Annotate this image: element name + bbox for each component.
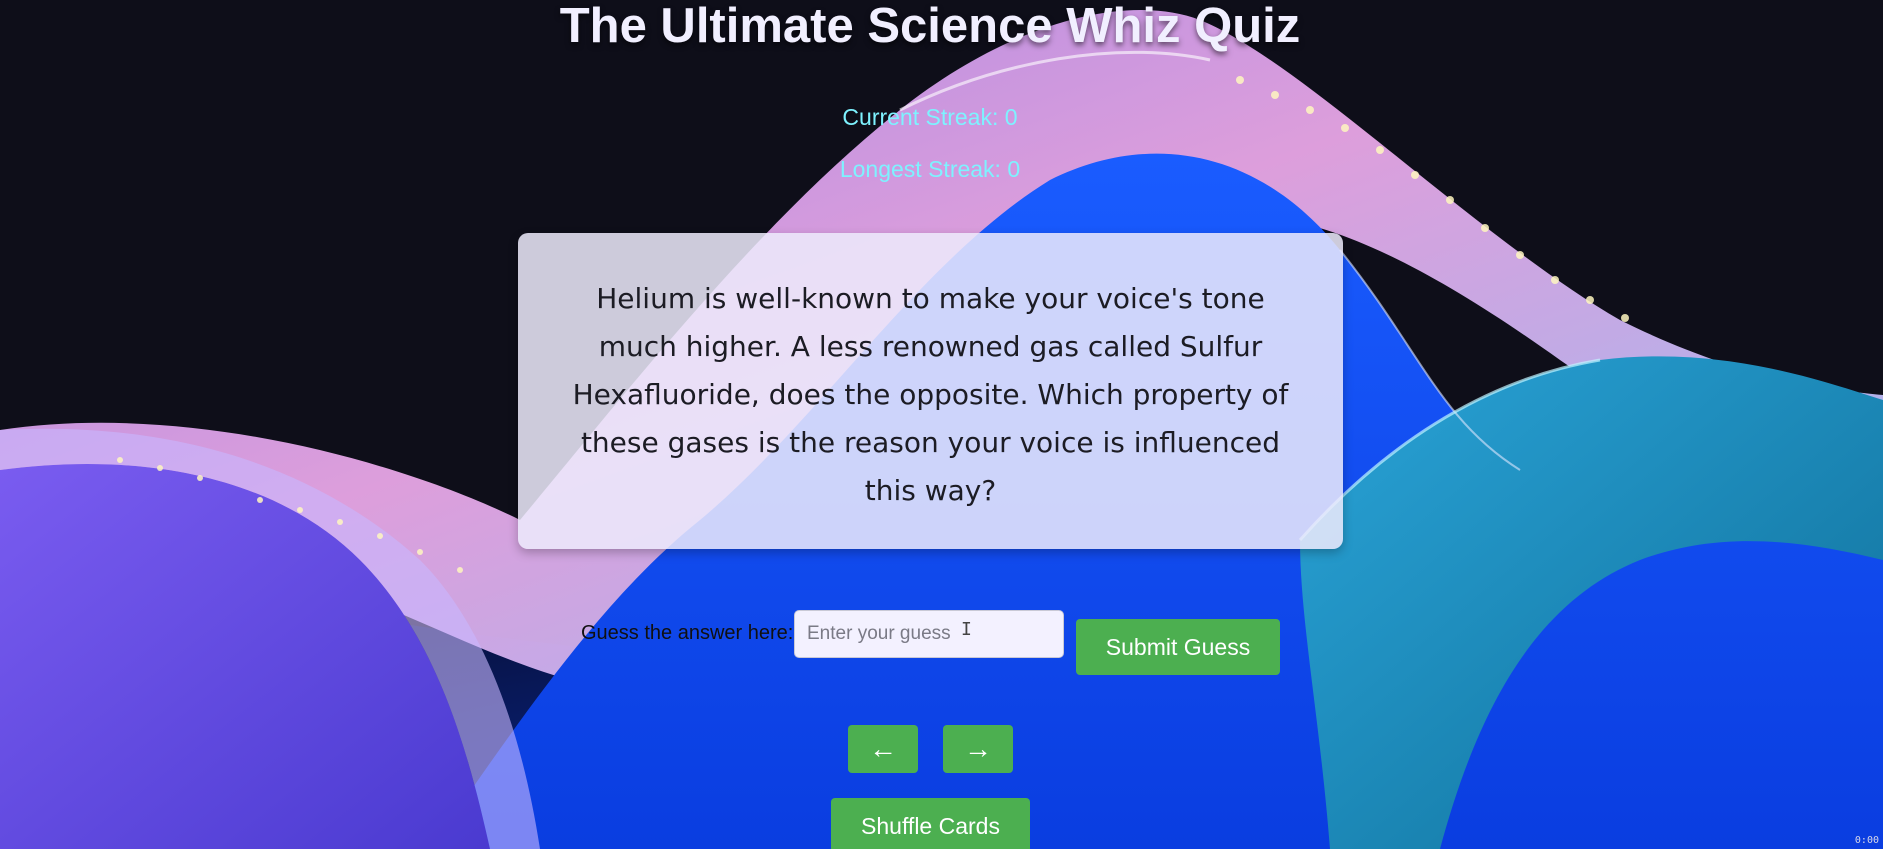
guess-label: Guess the answer here: [581, 622, 794, 644]
current-streak: Current Streak: 0 [842, 104, 1018, 130]
longest-streak: Longest Streak: 0 [839, 156, 1021, 182]
quiz-page: The Ultimate Science Whiz Quiz Current S… [0, 0, 1883, 849]
flashcard-question: Helium is well-known to make your voice'… [572, 282, 1289, 507]
flashcard[interactable]: Helium is well-known to make your voice'… [518, 233, 1343, 549]
next-card-button[interactable]: → [943, 725, 1013, 773]
previous-card-button[interactable]: ← [848, 725, 918, 773]
corner-timestamp: 0:00 [1854, 835, 1879, 846]
submit-guess-button[interactable]: Submit Guess [1076, 619, 1280, 675]
guess-input[interactable] [794, 610, 1064, 658]
page-title: The Ultimate Science Whiz Quiz [559, 0, 1301, 53]
shuffle-cards-button[interactable]: Shuffle Cards [831, 798, 1030, 849]
